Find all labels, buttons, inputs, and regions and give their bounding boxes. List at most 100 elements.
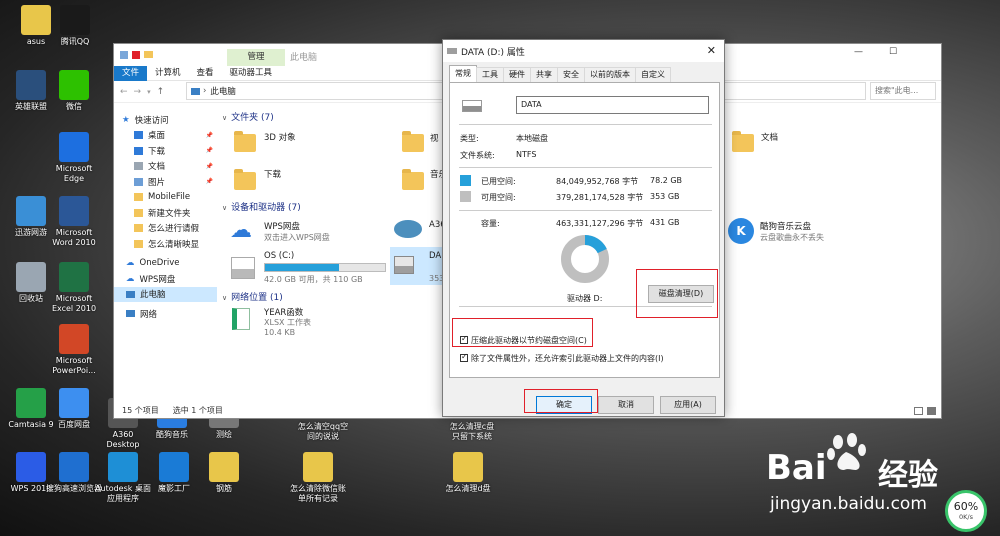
desktop-icon[interactable]: 魔影工厂	[146, 452, 202, 494]
folders-header-label: 文件夹 (7)	[231, 113, 274, 123]
minimize-button[interactable]: —	[854, 47, 863, 57]
dialog-tab[interactable]: 以前的版本	[584, 67, 636, 82]
desktop-icon[interactable]: 钢筋	[196, 452, 252, 494]
app-icon	[209, 452, 239, 482]
index-checkbox-row[interactable]: 除了文件属性外，还允许索引此驱动器上文件的内容(I)	[460, 352, 664, 364]
dialog-tab[interactable]: 共享	[530, 67, 558, 82]
tiles-view-icon[interactable]	[927, 407, 936, 415]
nav-item[interactable]: 怎么清晰映显	[114, 236, 217, 252]
up-arrow-icon[interactable]: ↑	[157, 87, 165, 97]
drives-section-header[interactable]: ∨ 设备和驱动器 (7)	[222, 200, 301, 213]
recent-chevron-icon[interactable]: ▾	[147, 88, 151, 96]
ribbon-tab[interactable]: 驱动器工具	[222, 66, 281, 81]
dialog-tab[interactable]: 工具	[476, 67, 504, 82]
nav-onedrive[interactable]: ☁ OneDrive	[114, 256, 217, 272]
desktop-icon[interactable]: Autodesk 桌面应用程序	[95, 452, 151, 504]
data-drive-name: DA	[429, 251, 442, 261]
desktop-icon[interactable]: Microsoft Excel 2010	[46, 262, 102, 314]
desktop-icon[interactable]: 搜狗高速浏览器	[46, 452, 102, 494]
dialog-tab[interactable]: 自定义	[635, 67, 671, 82]
context-tab-manage[interactable]: 管理	[227, 49, 285, 66]
search-input[interactable]: 搜索"此电...	[870, 82, 936, 100]
nav-item[interactable]: 怎么进行请假	[114, 221, 217, 237]
nav-this-pc[interactable]: 此电脑	[114, 286, 217, 302]
details-view-icon[interactable]	[914, 407, 923, 415]
nav-item[interactable]: 图片 📌	[114, 174, 217, 190]
kugou-drive-name[interactable]: 酷狗音乐云盘	[760, 220, 811, 232]
separator	[459, 210, 712, 211]
wps-cloud-drive-icon: ☁	[230, 218, 252, 243]
index-checkbox[interactable]	[460, 352, 468, 362]
desktop-icon[interactable]: Microsoft Edge	[46, 132, 102, 184]
maximize-button[interactable]: ☐	[889, 47, 897, 57]
capacity-bytes: 463,331,127,296 字节	[556, 219, 644, 228]
dialog-tab[interactable]: 常规	[449, 65, 477, 82]
desktop-icon-label: Microsoft Word 2010	[52, 228, 96, 247]
wps-drive-desc: 双击进入WPS网盘	[264, 233, 330, 242]
nav-network[interactable]: 网络	[114, 306, 217, 322]
folder-documents[interactable]: 文档	[761, 131, 778, 143]
volume-label-input[interactable]: DATA	[516, 96, 709, 114]
network-section-header[interactable]: ∨ 网络位置 (1)	[222, 290, 283, 303]
desktop-icon-label[interactable]: 怎么清理c盘只留下系统	[446, 422, 498, 442]
nav-item[interactable]: 桌面 📌	[114, 128, 217, 144]
data-drive-tile[interactable]: DA 353	[390, 247, 444, 285]
pin-icon: 📌	[205, 178, 213, 186]
desktop-icon[interactable]: Microsoft Word 2010	[46, 196, 102, 248]
app-icon	[16, 388, 46, 418]
desktop-icon[interactable]: 腾讯QQ	[47, 5, 103, 47]
ribbon-tab[interactable]: 文件	[114, 65, 148, 81]
nav-item[interactable]: MobileFile	[114, 190, 217, 206]
desktop-icon-label: Microsoft Excel 2010	[51, 294, 97, 313]
folders-section-header[interactable]: ∨ 文件夹 (7)	[222, 110, 274, 123]
os-drive-name[interactable]: OS (C:)	[264, 251, 294, 261]
folder-3d-objects[interactable]: 3D 对象	[264, 131, 296, 143]
properties-icon[interactable]	[132, 51, 140, 59]
volume-drive-icon	[462, 100, 482, 112]
cancel-button[interactable]: 取消	[598, 396, 654, 414]
desktop-icon-label: Microsoft PowerPoi...	[52, 356, 96, 375]
window-title: 此电脑	[290, 53, 318, 63]
apply-button[interactable]: 应用(A)	[660, 396, 716, 414]
desktop-icon[interactable]: Microsoft PowerPoi...	[46, 324, 102, 376]
os-drive-usage-bar	[264, 263, 386, 272]
network-speed-widget[interactable]: 60% 0K/s	[945, 490, 987, 532]
desktop-icon[interactable]: 怎么清理d盘	[440, 452, 496, 494]
ok-highlight-box	[524, 389, 598, 413]
dialog-titlebar: DATA (D:) 属性 ✕	[443, 40, 724, 62]
folder-video[interactable]: 视	[430, 132, 439, 144]
nav-quick-access[interactable]: ★ 快速访问	[114, 112, 217, 128]
close-icon[interactable]: ✕	[707, 44, 716, 57]
navigation-pane: ★ 快速访问 桌面 📌 下载 📌 文档 📌 图片 📌 MobileFile 新建文件夹 怎么进行请假…	[114, 112, 217, 412]
app-icon	[59, 70, 89, 100]
folder-3d-icon	[234, 131, 256, 152]
folder-icon[interactable]	[144, 51, 153, 58]
quick-access-toolbar	[120, 51, 153, 59]
ribbon-tab[interactable]: 计算机	[147, 66, 189, 81]
pin-icon: 📌	[205, 147, 213, 155]
desktop-icon[interactable]: 微信	[46, 70, 102, 112]
dialog-tab[interactable]: 安全	[557, 67, 585, 82]
desktop-icon-label[interactable]: 怎么清空qq空间的说说	[297, 422, 349, 442]
save-icon[interactable]	[120, 51, 128, 59]
desktop-icon[interactable]: 百度网盘	[46, 388, 102, 430]
dialog-title: DATA (D:) 属性	[461, 47, 525, 58]
compress-highlight-box	[452, 318, 593, 347]
nav-item-label: 桌面	[148, 131, 166, 142]
ribbon-tab[interactable]: 查看	[189, 66, 222, 81]
back-arrow-icon[interactable]: ←	[120, 87, 128, 97]
os-drive-free: 42.0 GB 可用，共 110 GB	[264, 275, 363, 284]
wps-drive-name[interactable]: WPS网盘	[264, 220, 300, 232]
status-item-count: 15 个项目	[122, 406, 159, 415]
folder-downloads[interactable]: 下载	[264, 168, 281, 180]
nav-item[interactable]: 新建文件夹	[114, 205, 217, 221]
app-icon	[16, 452, 46, 482]
disk-usage-donut	[561, 235, 609, 283]
wps-cloud-icon: ☁	[126, 273, 135, 284]
nav-item[interactable]: 文档 📌	[114, 159, 217, 175]
desktop-icon[interactable]: 怎么清除微信账单所有记录	[290, 452, 346, 504]
nav-wps[interactable]: ☁ WPS网盘	[114, 271, 217, 287]
dialog-tab[interactable]: 硬件	[503, 67, 531, 82]
nav-item[interactable]: 下载 📌	[114, 143, 217, 159]
forward-arrow-icon[interactable]: →	[134, 87, 142, 97]
